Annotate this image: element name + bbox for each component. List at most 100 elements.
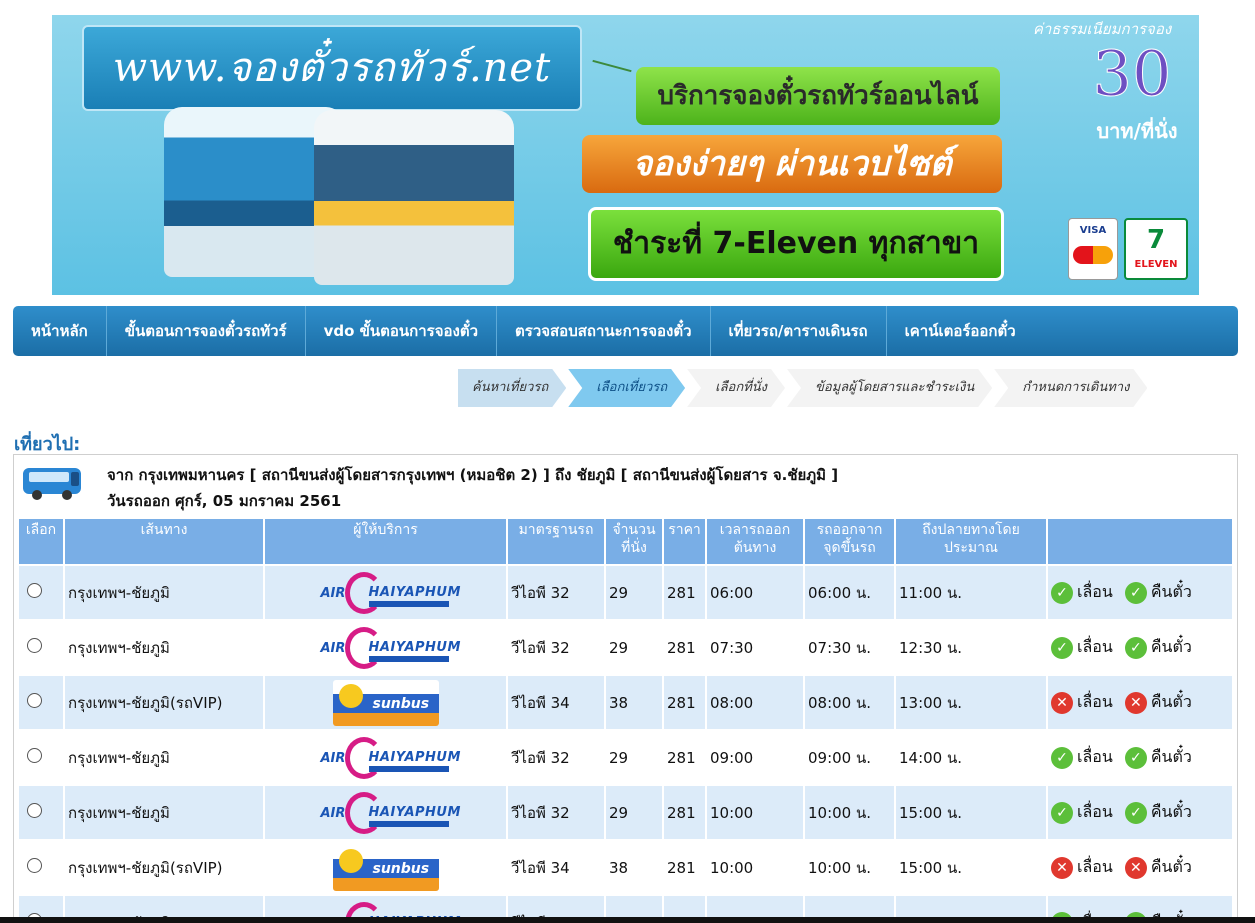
col-price: ราคา <box>664 519 705 564</box>
route-summary: จาก กรุงเทพมหานคร [ สถานีขนส่งผู้โดยสารก… <box>107 466 839 484</box>
air-chaiyaphum-logo: AIRHAIYAPHUM <box>319 735 460 781</box>
route-cell: กรุงเทพฯ-ชัยภูมิ <box>65 731 263 784</box>
actions-cell: ✓เลื่อน ✓คืนตั๋ว <box>1048 566 1232 619</box>
row-select-cell <box>19 841 63 894</box>
check-icon: ✓ <box>1124 636 1147 659</box>
site-banner[interactable]: www.จองตั๋วรถทัวร์.net บริการจองตั๋วรถทั… <box>52 15 1199 295</box>
seats-cell: 38 <box>606 676 662 729</box>
seats-cell: 29 <box>606 621 662 674</box>
table-row[interactable]: กรุงเทพฯ-ชัยภูมิ(รถVIP) sunbus วีไอพี 34… <box>19 841 1232 894</box>
departure-pickup-cell: 06:00 น. <box>805 566 894 619</box>
sun-icon <box>338 848 363 873</box>
cross-icon: ✕ <box>1124 691 1147 714</box>
refund-allowed: ✓คืนตั๋ว <box>1124 635 1192 660</box>
table-row[interactable]: กรุงเทพฯ-ชัยภูมิ AIRHAIYAPHUM วีไอพี 32 … <box>19 731 1232 784</box>
air-chaiyaphum-logo: AIRHAIYAPHUM <box>319 570 460 616</box>
departure-pickup-cell: 10:00 น. <box>805 786 894 839</box>
provider-cell: AIRHAIYAPHUM <box>265 786 506 839</box>
step-select-seat: เลือกที่นั่ง <box>687 369 785 407</box>
bus-image-yellow <box>314 110 514 285</box>
bus-icon <box>23 468 81 500</box>
trip-radio[interactable] <box>27 583 42 598</box>
nav-home[interactable]: หน้าหลัก <box>13 306 107 356</box>
route-cell: กรุงเทพฯ-ชัยภูมิ <box>65 566 263 619</box>
departure-pickup-cell: 10:00 น. <box>805 841 894 894</box>
main-nav: หน้าหลัก ขั้นตอนการจองตั๋วรถทัวร์ vdo ขั… <box>13 306 1238 356</box>
standard-cell: วีไอพี 32 <box>508 621 604 674</box>
page: www.จองตั๋วรถทัวร์.net บริการจองตั๋วรถทั… <box>0 0 1255 923</box>
trip-radio[interactable] <box>27 748 42 763</box>
col-route: เส้นทาง <box>65 519 263 564</box>
departure-pickup-cell: 08:00 น. <box>805 676 894 729</box>
postpone-allowed: ✓เลื่อน <box>1051 635 1113 660</box>
postpone-allowed: ✓เลื่อน <box>1051 580 1113 605</box>
actions-cell: ✓เลื่อน ✓คืนตั๋ว <box>1048 621 1232 674</box>
nav-check-status[interactable]: ตรวจสอบสถานะการจองตั๋ว <box>497 306 711 356</box>
check-icon: ✓ <box>1051 801 1073 824</box>
postpone-allowed: ✓เลื่อน <box>1051 800 1113 825</box>
standard-cell: วีไอพี 32 <box>508 731 604 784</box>
price-cell: 281 <box>664 841 705 894</box>
check-icon: ✓ <box>1124 581 1147 604</box>
departure-origin-cell: 07:30 <box>707 621 803 674</box>
refund-allowed: ✓คืนตั๋ว <box>1124 800 1192 825</box>
col-arrival: ถึงปลายทางโดยประมาณ <box>896 519 1046 564</box>
table-row[interactable]: กรุงเทพฯ-ชัยภูมิ(รถVIP) sunbus วีไอพี 34… <box>19 676 1232 729</box>
trip-box: จาก กรุงเทพมหานคร [ สถานีขนส่งผู้โดยสารก… <box>13 454 1238 923</box>
departure-pickup-cell: 07:30 น. <box>805 621 894 674</box>
booking-steps: ค้นหาเที่ยวรถ เลือกเที่ยวรถ เลือกที่นั่ง… <box>458 369 1149 407</box>
provider-cell: sunbus <box>265 841 506 894</box>
trip-radio[interactable] <box>27 638 42 653</box>
row-select-cell <box>19 731 63 784</box>
nav-timetable[interactable]: เที่ยวรถ/ตารางเดินรถ <box>711 306 887 356</box>
table-row[interactable]: กรุงเทพฯ-ชัยภูมิ AIRHAIYAPHUM วีไอพี 32 … <box>19 786 1232 839</box>
departure-pickup-cell: 09:00 น. <box>805 731 894 784</box>
standard-cell: วีไอพี 32 <box>508 786 604 839</box>
col-select: เลือก <box>19 519 63 564</box>
nav-vdo-steps[interactable]: vdo ขั้นตอนการจองตั๋ว <box>306 306 498 356</box>
nav-booking-steps[interactable]: ขั้นตอนการจองตั๋วรถทัวร์ <box>107 306 306 356</box>
refund-allowed: ✓คืนตั๋ว <box>1124 580 1192 605</box>
air-chaiyaphum-logo: AIRHAIYAPHUM <box>319 625 460 671</box>
route-cell: กรุงเทพฯ-ชัยภูมิ <box>65 621 263 674</box>
row-select-cell <box>19 566 63 619</box>
banner-easy-booking-pill: จองง่ายๆ ผ่านเวบไซต์ <box>582 135 1002 193</box>
step-select-trip: เลือกเที่ยวรถ <box>568 369 685 407</box>
departure-origin-cell: 06:00 <box>707 566 803 619</box>
table-row[interactable]: กรุงเทพฯ-ชัยภูมิ AIRHAIYAPHUM วีไอพี 32 … <box>19 621 1232 674</box>
seats-cell: 29 <box>606 731 662 784</box>
row-select-cell <box>19 786 63 839</box>
cross-icon: ✕ <box>1124 856 1147 879</box>
banner-payment-pill: ชำระที่ 7-Eleven ทุกสาขา <box>588 207 1004 281</box>
check-icon: ✓ <box>1051 746 1073 769</box>
check-icon: ✓ <box>1051 636 1073 659</box>
provider-cell: sunbus <box>265 676 506 729</box>
route-cell: กรุงเทพฯ-ชัยภูมิ(รถVIP) <box>65 841 263 894</box>
provider-cell: AIRHAIYAPHUM <box>265 621 506 674</box>
col-departure-pickup: รถออกจากจุดขึ้นรถ <box>805 519 894 564</box>
route-cell: กรุงเทพฯ-ชัยภูมิ <box>65 786 263 839</box>
price-cell: 281 <box>664 786 705 839</box>
fee-unit: บาท/ที่นั่ง <box>1096 119 1178 143</box>
actions-cell: ✕ เลื่อน ✕ คืนตั๋ว <box>1048 841 1232 894</box>
trip-radio[interactable] <box>27 693 42 708</box>
trip-radio[interactable] <box>27 803 42 818</box>
departure-date: วันรถออก ศุกร์, 05 มกราคม 2561 <box>107 492 342 510</box>
arrival-cell: 15:00 น. <box>896 786 1046 839</box>
postpone-not-allowed: ✕ เลื่อน <box>1051 690 1113 715</box>
refund-allowed: ✓คืนตั๋ว <box>1124 745 1192 770</box>
col-seats: จำนวนที่นั่ง <box>606 519 662 564</box>
step-itinerary: กำหนดการเดินทาง <box>994 369 1147 407</box>
seven-eleven-number: 7 <box>1146 225 1166 255</box>
nav-ticket-counter[interactable]: เคาน์เตอร์ออกตั๋ว <box>887 306 1034 356</box>
actions-cell: ✕ เลื่อน ✕ คืนตั๋ว <box>1048 676 1232 729</box>
departure-origin-cell: 10:00 <box>707 841 803 894</box>
trip-radio[interactable] <box>27 858 42 873</box>
arrival-cell: 12:30 น. <box>896 621 1046 674</box>
departure-origin-cell: 09:00 <box>707 731 803 784</box>
visa-mastercard-logo: VISA <box>1068 218 1118 280</box>
table-row[interactable]: กรุงเทพฯ-ชัยภูมิ AIRHAIYAPHUM วีไอพี 32 … <box>19 566 1232 619</box>
mastercard-icon <box>1073 246 1113 264</box>
seven-eleven-text: ELEVEN <box>1134 259 1178 270</box>
check-icon: ✓ <box>1124 746 1147 769</box>
